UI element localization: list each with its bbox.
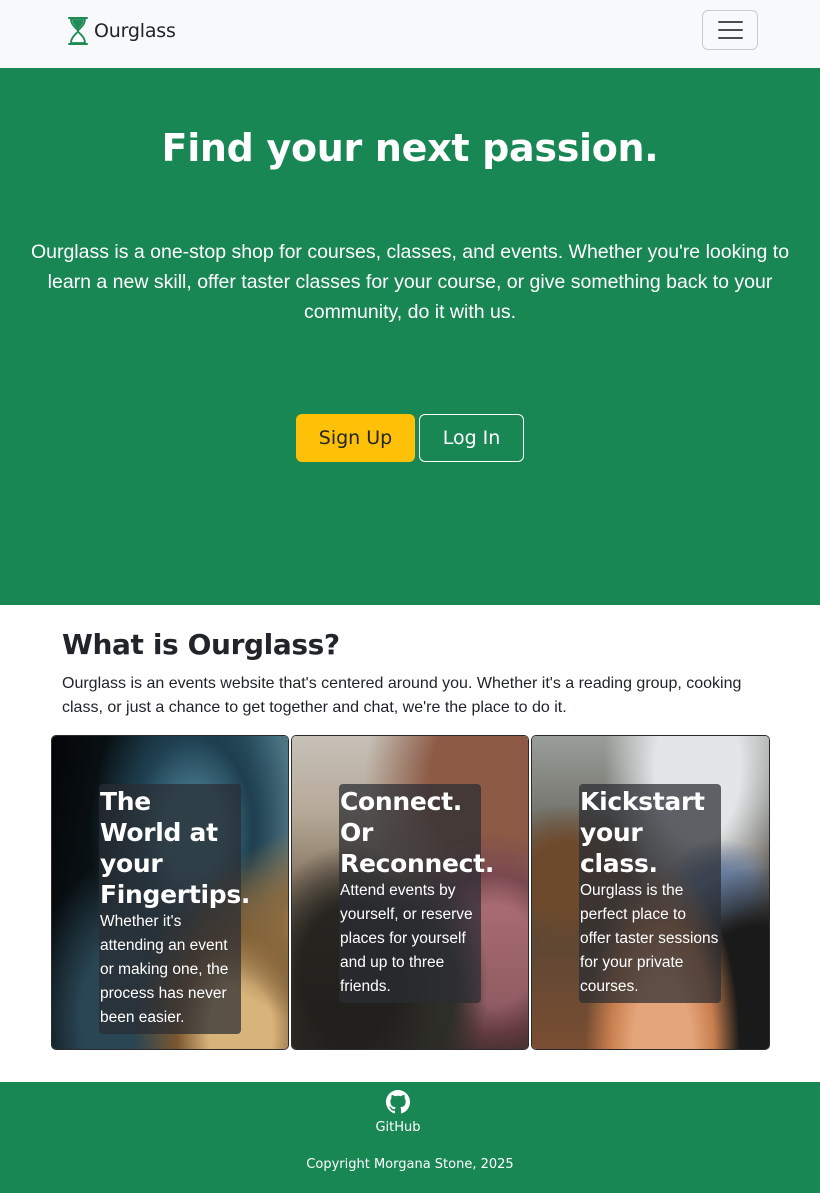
- hourglass-icon: [68, 17, 88, 45]
- card-text: Attend events by yourself, or reserve pl…: [340, 882, 473, 995]
- card-text: Whether it's attending an event or makin…: [100, 913, 229, 1026]
- hero-section: Find your next passion. Ourglass is a on…: [0, 68, 820, 605]
- hamburger-menu-icon: [717, 21, 743, 23]
- hamburger-menu-icon-line: [717, 29, 743, 31]
- card-text: Ourglass is the perfect place to offer t…: [580, 882, 719, 995]
- github-icon: [386, 1090, 410, 1114]
- hamburger-menu-icon-line: [717, 37, 743, 39]
- card-title: Connect. Or Reconnect.: [340, 787, 495, 878]
- card-overlay: Kickstart your class. Ourglass is the pe…: [579, 784, 721, 1003]
- card-title: Kickstart your class.: [580, 787, 705, 878]
- about-title: What is Ourglass?: [62, 628, 340, 661]
- card-title: The World at your Fingertips.: [100, 787, 251, 909]
- feature-card-kickstart: Kickstart your class. Ourglass is the pe…: [531, 735, 770, 1050]
- hero-title: Find your next passion.: [161, 126, 659, 170]
- sign-up-button[interactable]: Sign Up: [296, 414, 415, 462]
- brand-name: Ourglass: [94, 20, 176, 42]
- footer: GitHub Copyright Morgana Stone, 2025: [0, 1082, 820, 1193]
- brand-link[interactable]: Ourglass: [66, 15, 176, 47]
- hero-description: Ourglass is a one-stop shop for courses,…: [30, 241, 790, 323]
- card-overlay: The World at your Fingertips. Whether it…: [99, 784, 251, 1034]
- log-in-button[interactable]: Log In: [419, 414, 524, 462]
- feature-card-connect: Connect. Or Reconnect. Attend events by …: [291, 735, 529, 1050]
- navbar: Ourglass: [0, 0, 820, 68]
- menu-toggle-button[interactable]: [702, 10, 758, 50]
- feature-card-world: The World at your Fingertips. Whether it…: [51, 735, 289, 1050]
- github-label: GitHub: [375, 1120, 421, 1135]
- copyright-text: Copyright Morgana Stone, 2025: [306, 1157, 514, 1172]
- about-description: Ourglass is an events website that's cen…: [62, 675, 742, 716]
- github-link[interactable]: GitHub: [360, 1090, 436, 1138]
- card-overlay: Connect. Or Reconnect. Attend events by …: [339, 784, 495, 1003]
